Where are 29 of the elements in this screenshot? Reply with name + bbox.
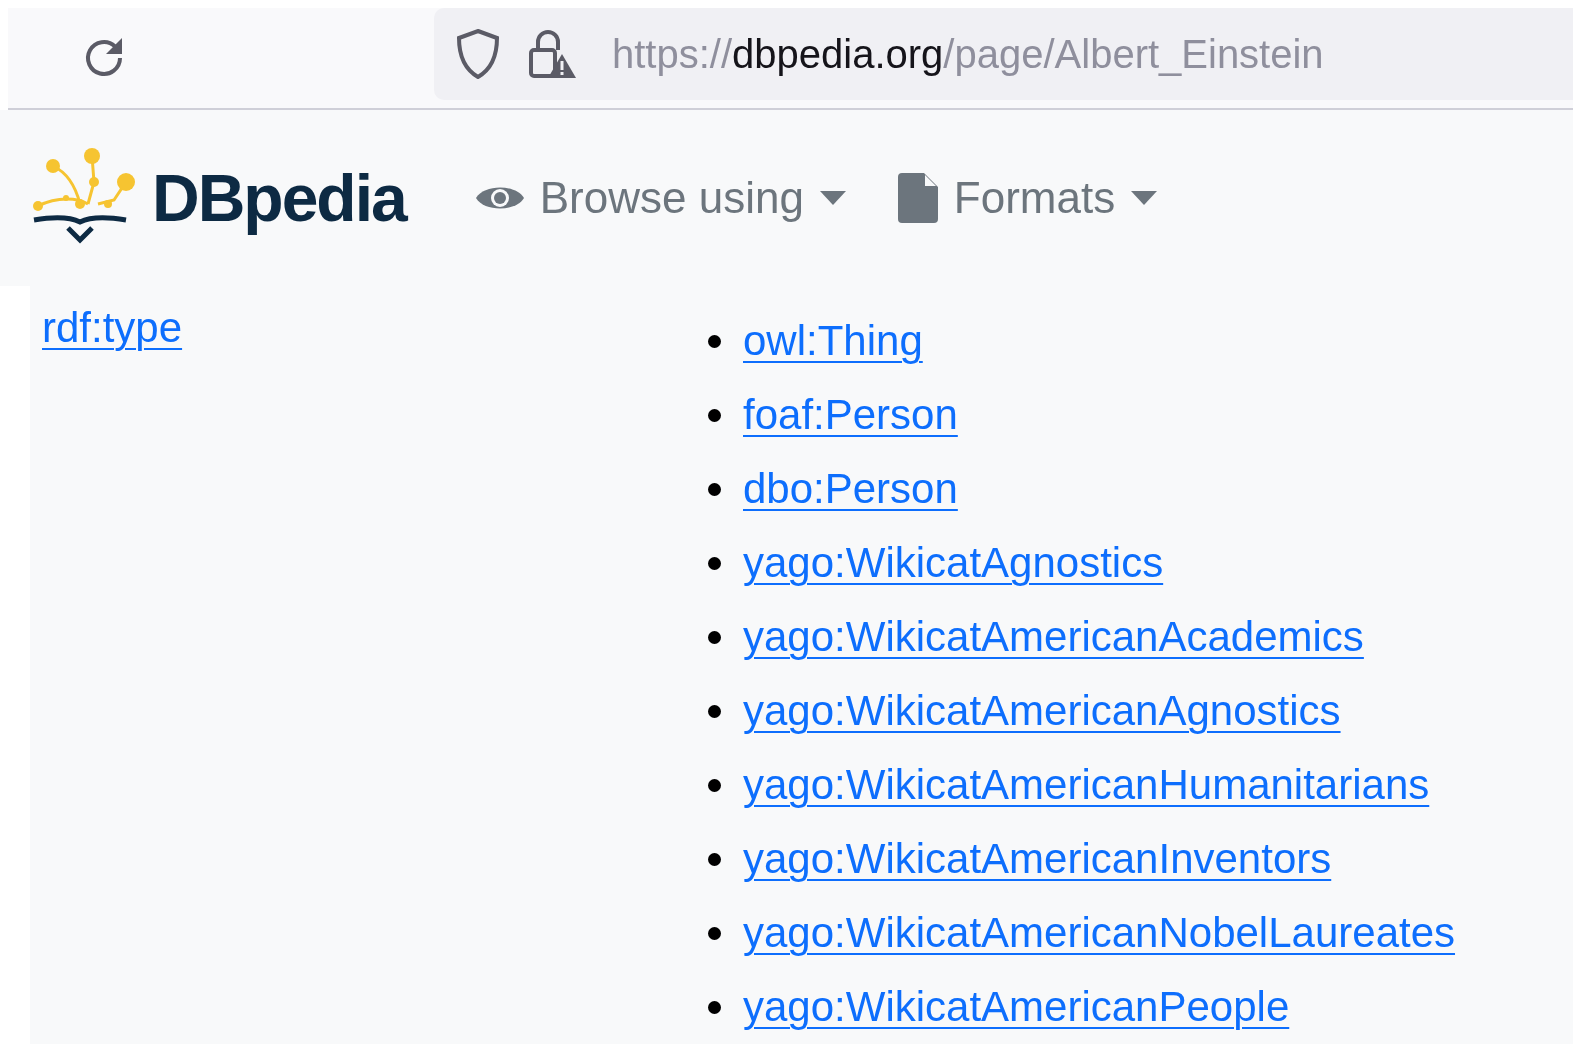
bullet-icon xyxy=(708,704,721,718)
nav-dropdown[interactable]: Formats xyxy=(897,172,1158,223)
lock-warning-icon[interactable] xyxy=(528,28,576,80)
bullet-icon xyxy=(708,482,721,496)
bullet-icon xyxy=(708,408,721,422)
value-link[interactable]: yago:WikicatAgnostics xyxy=(743,539,1164,587)
value-link[interactable]: yago:WikicatAmericanNobelLaureates xyxy=(743,909,1455,957)
value-link[interactable]: yago:WikicatAmericanHumanitarians xyxy=(743,761,1430,809)
value-link[interactable]: yago:WikicatAmericanAgnostics xyxy=(743,687,1341,735)
value-link[interactable]: owl:Thing xyxy=(743,317,923,365)
caret-icon xyxy=(1131,190,1158,205)
value-link[interactable]: foaf:Person xyxy=(743,391,958,439)
dbpedia-logo[interactable]: DBpedia xyxy=(28,147,406,248)
bullet-icon xyxy=(708,630,721,644)
property-link[interactable]: rdf:type xyxy=(42,304,183,351)
value-link[interactable]: yago:WikicatAmericanPeople xyxy=(743,983,1290,1031)
nav-dropdown[interactable]: Browse using xyxy=(475,172,846,223)
value-link[interactable]: yago:WikicatAmericanInventors xyxy=(743,835,1332,883)
bullet-icon xyxy=(708,852,721,866)
value-link[interactable]: dbo:Person xyxy=(743,465,958,513)
file-icon xyxy=(897,172,938,223)
bullet-icon xyxy=(708,556,721,570)
bullet-icon xyxy=(708,334,721,348)
shield-icon[interactable] xyxy=(456,29,500,79)
bullet-icon xyxy=(708,1000,721,1014)
bullet-icon xyxy=(708,926,721,940)
bullet-icon xyxy=(708,778,721,792)
value-link[interactable]: yago:WikicatAmericanAcademics xyxy=(743,613,1364,661)
caret-icon xyxy=(819,190,846,205)
